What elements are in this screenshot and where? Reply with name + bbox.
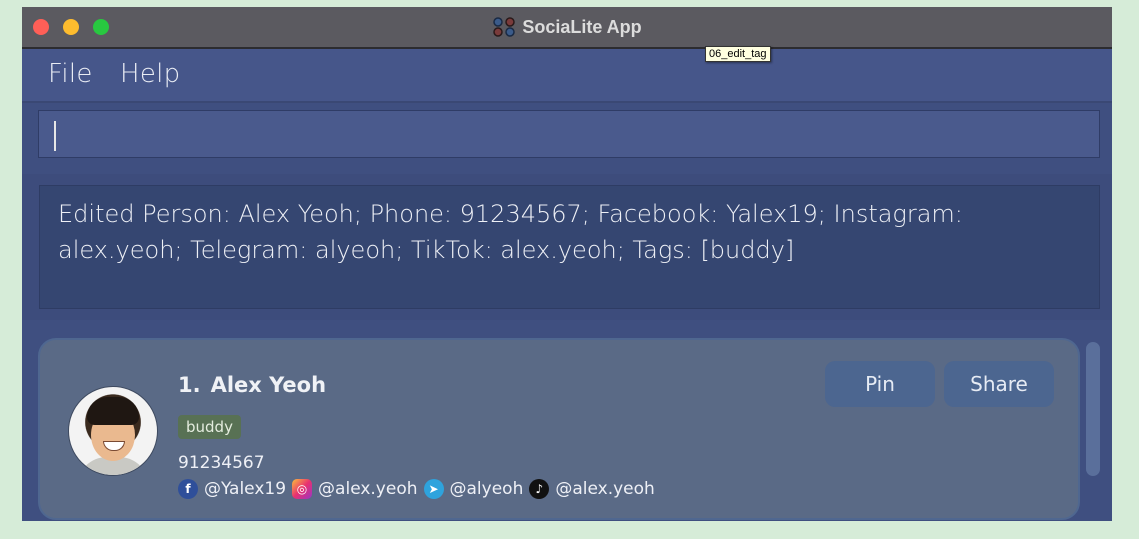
instagram-icon: ◎ [292, 479, 313, 499]
result-display-panel: Edited Person: Alex Yeoh; Phone: 9123456… [22, 174, 1112, 320]
facebook-handle: @Yalex19 [204, 479, 287, 499]
share-button[interactable]: Share [944, 361, 1054, 407]
tooltip: 06_edit_tag [705, 46, 771, 62]
telegram-handle: @alyeoh [449, 479, 524, 499]
text-caret [54, 121, 56, 151]
window-title: SociaLite App [522, 16, 642, 37]
person-index: 1. [178, 373, 201, 397]
command-input[interactable] [38, 110, 1100, 158]
person-name-line: 1. Alex Yeoh [178, 373, 326, 397]
menu-bar: File Help [22, 49, 1112, 103]
tiktok-icon: ♪ [529, 479, 550, 499]
person-name: Alex Yeoh [210, 373, 327, 397]
social-handles: f @Yalex19 ◎ @alex.yeoh ➤ @alyeoh ♪ @ale… [178, 479, 661, 499]
telegram-icon: ➤ [423, 479, 444, 499]
window-title-group: SociaLite App [22, 7, 1112, 47]
pin-button[interactable]: Pin [825, 361, 935, 407]
socialite-logo-icon [493, 17, 516, 37]
person-list-panel: 1. Alex Yeoh buddy 91234567 f @Yalex19 ◎ … [22, 327, 1112, 521]
list-scrollbar[interactable] [1086, 342, 1100, 476]
title-bar: SociaLite App [22, 7, 1112, 49]
tag-badge: buddy [178, 415, 241, 439]
instagram-handle: @alex.yeoh [318, 479, 418, 499]
result-display: Edited Person: Alex Yeoh; Phone: 9123456… [39, 185, 1100, 309]
app-window: SociaLite App File Help Edited Person: A… [22, 7, 1112, 521]
menu-help[interactable]: Help [120, 59, 180, 89]
menu-file[interactable]: File [48, 59, 93, 89]
avatar [68, 386, 158, 476]
facebook-icon: f [178, 479, 198, 499]
person-card[interactable]: 1. Alex Yeoh buddy 91234567 f @Yalex19 ◎ … [38, 338, 1080, 520]
tiktok-handle: @alex.yeoh [555, 479, 655, 499]
person-phone: 91234567 [178, 453, 265, 473]
